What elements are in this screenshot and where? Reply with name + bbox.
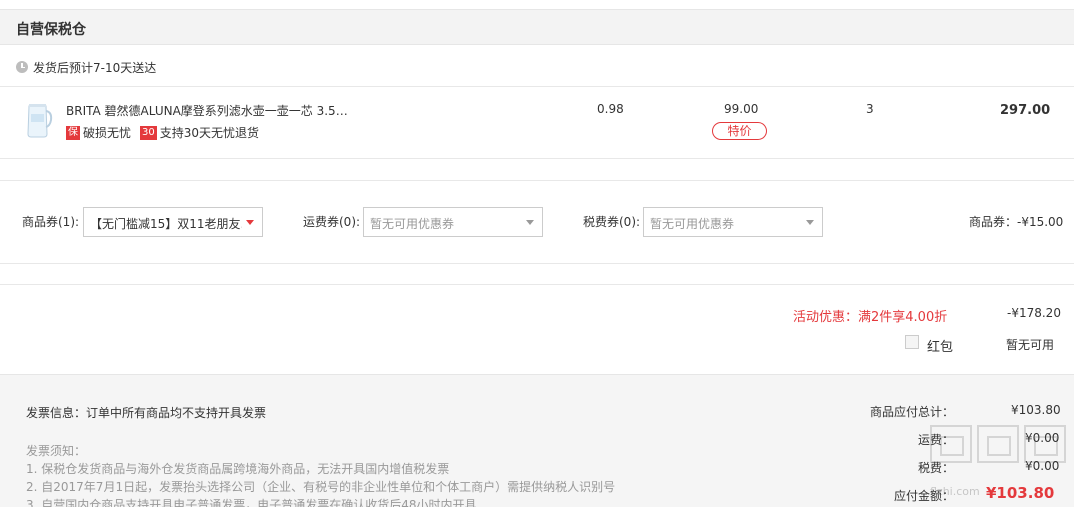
shipping-coupon-value: 暂无可用优惠券 (370, 217, 455, 231)
unit-price: 99.00 (724, 102, 759, 116)
special-price-tag: 特价 (712, 122, 767, 140)
divider (0, 180, 1074, 181)
invoice-notice-line: 1. 保税仓发货商品与海外仓发货商品属跨境海外商品，无法开具国内增值税发票 (26, 462, 450, 476)
damage-badge-icon: 保 (66, 125, 80, 140)
service-badges: 保 破损无忧 30 支持30天无忧退货 (66, 124, 259, 141)
divider (0, 284, 1074, 285)
goods-coupon-value: 【无门槛减15】双11老朋友… (90, 217, 242, 231)
invoice-info: 发票信息：订单中所有商品均不支持开具发票 (26, 406, 267, 420)
redpacket-checkbox[interactable] (905, 335, 919, 349)
tax-label: 税费： (918, 461, 955, 475)
item-col-a: 0.98 (597, 102, 624, 116)
warehouse-title: 自营保税仓 (16, 22, 86, 38)
return-policy-text: 支持30天无忧退货 (159, 126, 260, 140)
shipping-coupon-select[interactable]: 暂无可用优惠券 (363, 207, 543, 237)
shipping-value: ¥0.00 (1025, 431, 1060, 445)
return-badge-icon: 30 (140, 125, 157, 140)
amount-due-value: ¥103.80 (986, 484, 1055, 502)
shipping-coupon-label: 运费券(0): (303, 215, 361, 229)
chevron-down-icon (526, 220, 534, 225)
invoice-notice-line: 2. 自2017年7月1日起，发票抬头选择公司（企业、有税号的非企业性单位和个体… (26, 480, 616, 494)
goods-coupon-select[interactable]: 【无门槛减15】双11老朋友… (83, 207, 263, 237)
quantity: 3 (866, 102, 874, 116)
redpacket-label: 红包 (927, 340, 954, 355)
divider (0, 86, 1074, 87)
promotion-label: 活动优惠：满2件享4.00折 (793, 310, 948, 325)
chevron-down-icon (246, 220, 254, 225)
divider (0, 158, 1074, 159)
clock-icon (16, 61, 28, 73)
amount-due-label: 应付金额： (894, 489, 955, 503)
subtotal-label: 商品应付总计： (870, 405, 955, 419)
delivery-estimate: 发货后预计7-10天送达 (16, 59, 156, 75)
invoice-notice-title: 发票须知： (26, 444, 87, 458)
subtotal-value: ¥103.80 (1011, 403, 1061, 417)
warehouse-header: 自营保税仓 (0, 9, 1074, 45)
chevron-down-icon (806, 220, 814, 225)
tax-value: ¥0.00 (1025, 459, 1060, 473)
damage-guarantee-text: 破损无忧 (83, 126, 132, 140)
tax-coupon-label: 税费券(0): (583, 215, 641, 229)
item-total: 297.00 (1000, 103, 1051, 118)
divider (0, 263, 1074, 264)
shipping-label: 运费： (918, 433, 955, 447)
tax-coupon-select[interactable]: 暂无可用优惠券 (643, 207, 823, 237)
promotion-value: -¥178.20 (1007, 306, 1061, 320)
product-thumbnail[interactable] (20, 100, 56, 140)
watermark-glyph (977, 425, 1019, 463)
tax-coupon-value: 暂无可用优惠券 (650, 217, 735, 231)
coupon-discount-summary: 商品券：-¥15.00 (969, 215, 1064, 229)
redpacket-value: 暂无可用 (1006, 338, 1055, 352)
delivery-text: 发货后预计7-10天送达 (33, 60, 157, 75)
invoice-notice-line: 3. 自营国内仓商品支持开具电子普通发票，电子普通发票在确认收货后48小时内开具 (26, 498, 477, 507)
goods-coupon-label: 商品券(1): (22, 215, 80, 229)
product-name[interactable]: BRITA 碧然德ALUNA摩登系列滤水壶一壶一芯 3.5… (66, 102, 348, 119)
